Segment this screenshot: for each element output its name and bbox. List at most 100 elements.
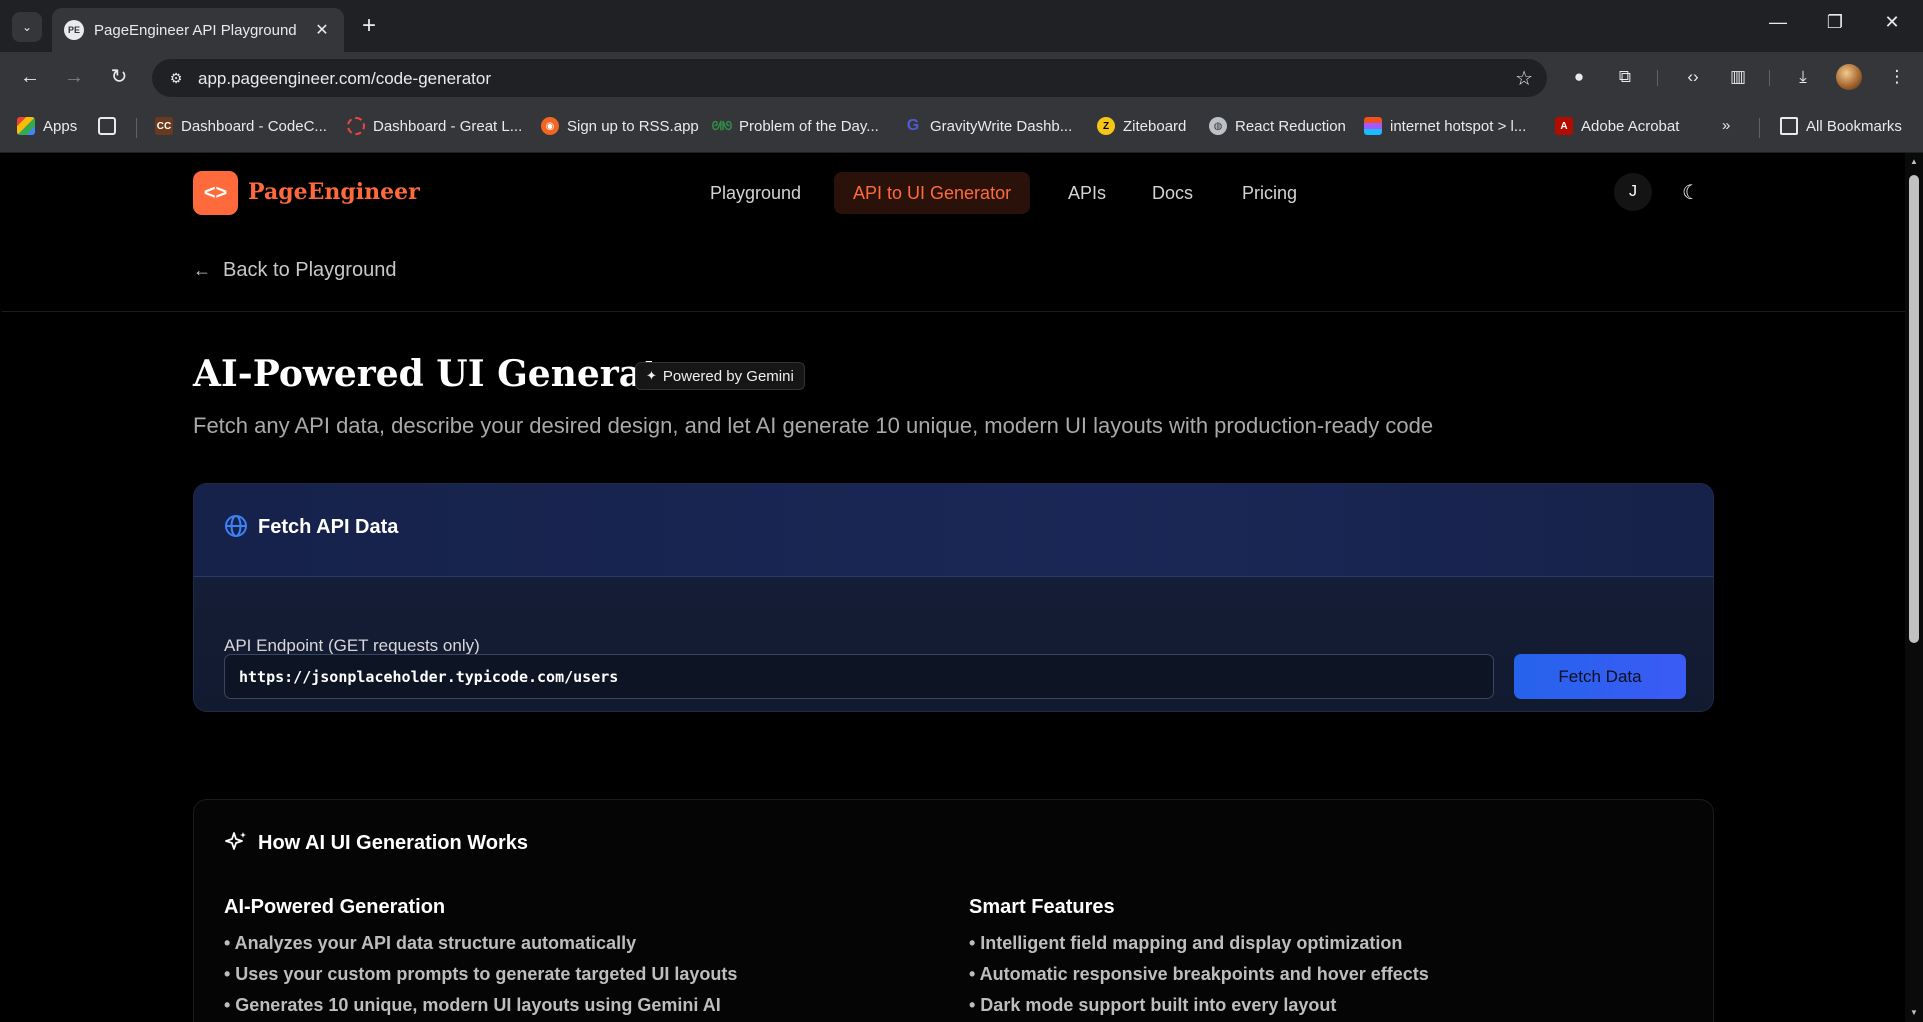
column-title: AI-Powered Generation	[224, 896, 446, 918]
back-arrow-icon[interactable]: ←	[17, 64, 43, 90]
bookmark-gfg[interactable]: ᘛᘚ Problem of the Day...	[711, 117, 879, 135]
download-icon[interactable]: ⤓	[1790, 64, 1816, 90]
bookmark-divider	[136, 118, 137, 138]
close-tab-icon[interactable]: ✕	[312, 20, 332, 40]
nav-playground[interactable]: Playground	[691, 172, 820, 214]
page-content: <> PageEngineer Playground API to UI Gen…	[2, 153, 1905, 1022]
how-card-title: How AI UI Generation Works	[258, 832, 529, 854]
ziteboard-icon: Z	[1097, 117, 1115, 135]
bookmark-rss[interactable]: ◉ Sign up to RSS.app	[541, 117, 699, 135]
bookmark-star-icon[interactable]: ☆	[1515, 66, 1533, 91]
address-bar[interactable]: ⚙ app.pageengineer.com/code-generator ☆	[152, 59, 1547, 97]
more-bookmarks-chevron-icon[interactable]: »	[1722, 117, 1730, 134]
figma-icon	[1364, 117, 1382, 135]
feature-column-generation: AI-Powered Generation • Analyzes your AP…	[224, 896, 737, 1022]
logo-text[interactable]: PageEngineer	[248, 179, 420, 205]
back-link-label: Back to Playground	[223, 259, 397, 281]
list-item: • Intelligent field mapping and display …	[969, 933, 1403, 953]
codec-icon: CC	[155, 117, 173, 135]
list-item: • Dark mode support built into every lay…	[969, 995, 1337, 1015]
acrobat-icon: A	[1555, 117, 1573, 135]
list-item: • Generates 10 unique, modern UI layouts…	[224, 995, 721, 1015]
minimize-icon[interactable]: —	[1763, 12, 1793, 33]
api-endpoint-input[interactable]	[224, 654, 1494, 699]
bookmark-grid-shortcut[interactable]	[98, 117, 124, 135]
fetch-card-title: Fetch API Data	[258, 516, 399, 538]
list-item: • Uses your custom prompts to generate t…	[224, 964, 738, 984]
scroll-down-icon[interactable]: ▼	[1909, 1008, 1919, 1018]
back-to-playground-link[interactable]: ← Back to Playground	[193, 259, 396, 282]
address-url[interactable]: app.pageengineer.com/code-generator	[198, 69, 491, 89]
forward-arrow-icon[interactable]: →	[61, 64, 87, 90]
browser-toolbar: ← → ↻ ⚙ app.pageengineer.com/code-genera…	[0, 52, 1923, 102]
logo-code-icon[interactable]: <>	[193, 171, 238, 215]
rss-icon: ◉	[541, 117, 559, 135]
toolbar-divider	[1769, 70, 1770, 86]
bookmark-divider	[1759, 118, 1760, 138]
folder-icon	[1780, 117, 1798, 135]
profile-avatar[interactable]	[1836, 64, 1862, 90]
fetch-api-card: Fetch API Data API Endpoint (GET request…	[193, 483, 1714, 712]
bookmark-codec[interactable]: CC Dashboard - CodeC...	[155, 117, 327, 135]
bookmark-greatlearning[interactable]: Dashboard - Great L...	[347, 117, 522, 135]
restore-icon[interactable]: ❐	[1820, 12, 1850, 33]
bookmarks-bar: Apps CC Dashboard - CodeC... Dashboard -…	[0, 102, 1923, 153]
toolbar-divider	[1657, 70, 1658, 86]
scrollbar-thumb[interactable]	[1909, 175, 1919, 643]
page-subtitle: Fetch any API data, describe your desire…	[193, 413, 1434, 438]
feature-column-smart: Smart Features • Intelligent field mappi…	[969, 896, 1429, 1022]
browser-chrome: ⌄ PE PageEngineer API Playground ✕ + — ❐…	[0, 0, 1923, 153]
new-tab-button[interactable]: +	[356, 14, 382, 38]
bookmark-ziteboard[interactable]: Z Ziteboard	[1097, 117, 1186, 135]
arrow-left-icon: ←	[193, 260, 211, 280]
globe-icon	[225, 515, 247, 537]
bookmark-adobe-acrobat[interactable]: A Adobe Acrobat	[1555, 117, 1679, 135]
list-item: • Analyzes your API data structure autom…	[224, 933, 637, 953]
site-info-icon[interactable]: ⚙	[166, 68, 186, 88]
page-title: AI-Powered UI Generator	[193, 353, 702, 395]
endpoint-label: API Endpoint (GET requests only)	[224, 636, 480, 655]
powered-by-badge: ✦ Powered by Gemini	[635, 362, 805, 390]
gfg-icon: ᘛᘚ	[711, 118, 733, 133]
greatlearning-icon	[347, 117, 365, 135]
bookmark-gravitywrite[interactable]: G GravityWrite Dashb...	[904, 117, 1073, 135]
nav-docs[interactable]: Docs	[1133, 172, 1212, 214]
fetch-card-header: Fetch API Data	[194, 484, 1713, 577]
bookmark-react-reduction[interactable]: ◍ React Reduction	[1209, 117, 1346, 135]
tab-search-button[interactable]: ⌄	[12, 12, 42, 42]
all-bookmarks-folder[interactable]: All Bookmarks	[1780, 117, 1902, 135]
scroll-up-icon[interactable]: ▲	[1909, 157, 1919, 167]
column-title: Smart Features	[969, 896, 1115, 918]
grid-icon	[98, 117, 116, 135]
browser-tab[interactable]: PE PageEngineer API Playground ✕	[52, 8, 344, 52]
header-divider	[2, 311, 1905, 312]
chevron-down-icon: ⌄	[21, 20, 33, 34]
nav-apis[interactable]: APIs	[1049, 172, 1125, 214]
sparkle-icon: ✦	[646, 368, 657, 383]
badge-label: Powered by Gemini	[662, 367, 794, 385]
page-scrollbar[interactable]: ▲ ▼	[1905, 153, 1923, 1022]
moon-icon[interactable]: ☾	[1672, 173, 1710, 211]
list-item: • Automatic responsive breakpoints and h…	[969, 964, 1429, 984]
side-panel-icon[interactable]: ▥	[1725, 64, 1751, 90]
sparkles-icon	[225, 832, 246, 850]
nav-api-to-ui-generator[interactable]: API to UI Generator	[834, 172, 1031, 214]
apps-grid-icon	[17, 117, 35, 135]
gravitywrite-icon: G	[906, 117, 920, 134]
kebab-menu-icon[interactable]: ⋮	[1884, 64, 1910, 90]
extensions-puzzle-icon[interactable]: ⧉	[1612, 64, 1638, 90]
nav-pricing[interactable]: Pricing	[1223, 172, 1316, 214]
fetch-data-button[interactable]: Fetch Data	[1514, 654, 1686, 699]
bookmark-internet-hotspot[interactable]: internet hotspot > l...	[1364, 117, 1526, 135]
tab-strip: ⌄ PE PageEngineer API Playground ✕ + — ❐…	[0, 0, 1923, 52]
tab-favicon-icon: PE	[64, 20, 84, 40]
reload-icon[interactable]: ↻	[106, 64, 132, 90]
user-avatar[interactable]: J	[1614, 173, 1652, 211]
close-window-icon[interactable]: ✕	[1877, 12, 1907, 33]
how-it-works-card: How AI UI Generation Works AI-Powered Ge…	[193, 799, 1714, 1022]
tab-title: PageEngineer API Playground	[94, 21, 297, 39]
bookmark-apps[interactable]: Apps	[17, 117, 77, 135]
pageengineer-extension-icon[interactable]: ●	[1566, 64, 1592, 90]
globe-icon: ◍	[1209, 117, 1227, 135]
devtools-code-icon[interactable]: ‹›	[1680, 64, 1706, 90]
